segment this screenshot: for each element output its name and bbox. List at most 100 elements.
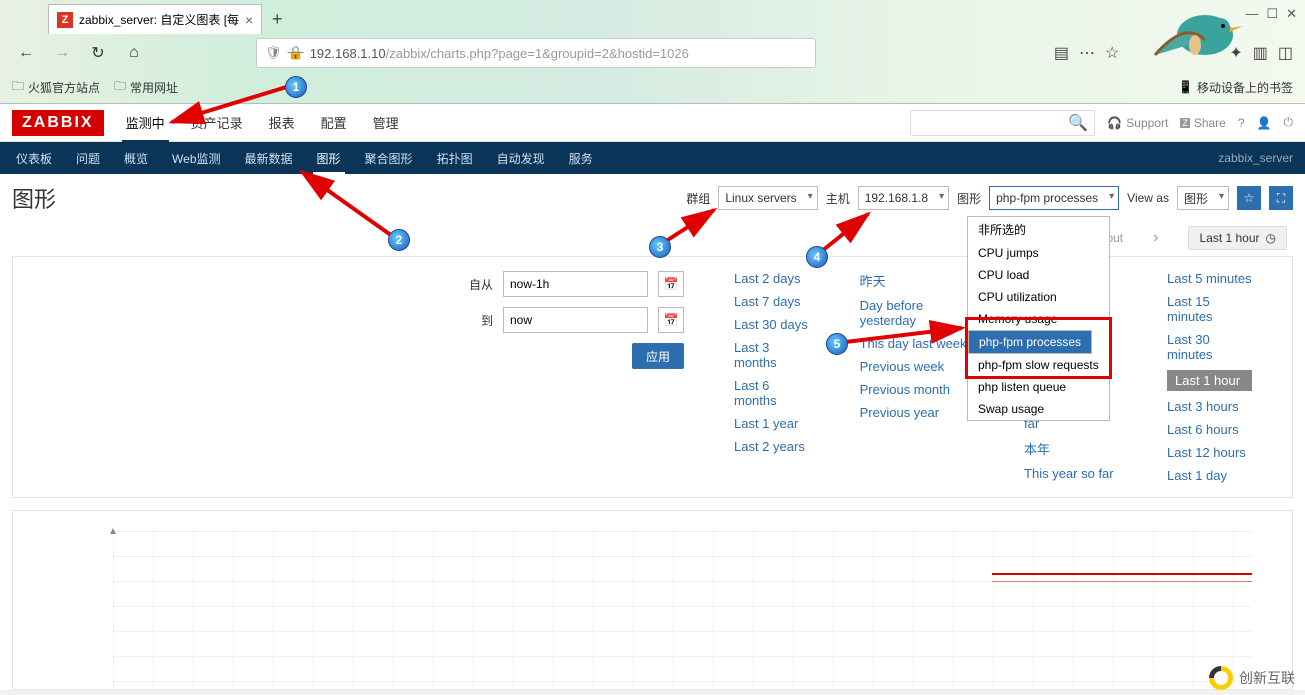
sub-tab-graphs[interactable]: 图形 xyxy=(313,142,345,175)
zabbix-logo[interactable]: ZABBIX xyxy=(12,110,104,136)
apply-button[interactable]: 应用 xyxy=(632,343,684,369)
sub-tab-dashboard[interactable]: 仪表板 xyxy=(12,142,56,175)
sub-tab-discovery[interactable]: 自动发现 xyxy=(493,142,549,175)
graph-label: 图形 xyxy=(957,190,981,207)
url-path: /zabbix/charts.php?page=1&groupid=2&host… xyxy=(386,46,689,61)
browser-theme-bird xyxy=(1095,0,1245,70)
tab-close-icon[interactable]: × xyxy=(245,12,253,28)
main-tab-reports[interactable]: 报表 xyxy=(265,103,299,142)
dropdown-option[interactable]: CPU load xyxy=(968,264,1109,286)
support-link[interactable]: 🎧Support xyxy=(1107,116,1168,130)
nav-forward-icon[interactable]: → xyxy=(48,39,76,67)
share-link[interactable]: ZShare xyxy=(1180,116,1226,130)
help-icon[interactable]: ? xyxy=(1238,116,1245,130)
mobile-bookmarks[interactable]: 📱移动设备上的书签 xyxy=(1178,79,1293,96)
range-link[interactable]: This year so far xyxy=(1024,466,1117,481)
favorite-button[interactable]: ☆ xyxy=(1237,186,1261,210)
range-link[interactable]: Last 3 hours xyxy=(1167,399,1252,414)
lock-icon: 🔒 xyxy=(288,45,304,61)
range-link[interactable]: 本年 xyxy=(1024,439,1117,458)
range-link[interactable]: Day before yesterday xyxy=(860,298,974,328)
new-tab-button[interactable]: + xyxy=(262,4,292,34)
group-select[interactable]: Linux servers▾ xyxy=(718,186,817,210)
chart-series-line xyxy=(992,573,1252,575)
more-icon[interactable]: ⋯ xyxy=(1079,43,1095,63)
folder-icon: 🗀 xyxy=(114,77,126,98)
graph-dropdown-menu[interactable]: 非所选的CPU jumpsCPU loadCPU utilizationMemo… xyxy=(967,216,1110,421)
from-input[interactable] xyxy=(503,271,648,297)
range-link[interactable]: Last 30 minutes xyxy=(1167,332,1252,362)
range-link[interactable]: Previous year xyxy=(860,405,974,420)
dropdown-option[interactable]: CPU jumps xyxy=(968,242,1109,264)
nav-back-icon[interactable]: ← xyxy=(12,39,40,67)
sub-tab-maps[interactable]: 拓扑图 xyxy=(433,142,477,175)
browser-tab[interactable]: Z zabbix_server: 自定义图表 [每 × xyxy=(48,4,262,34)
range-link[interactable]: Last 1 day xyxy=(1167,468,1252,483)
sub-tab-overview[interactable]: 概览 xyxy=(120,142,152,175)
nav-home-icon[interactable]: ⌂ xyxy=(120,39,148,67)
sub-tab-latest[interactable]: 最新数据 xyxy=(241,142,297,175)
reader-icon[interactable]: ▤ xyxy=(1054,43,1069,63)
range-link[interactable]: Last 15 minutes xyxy=(1167,294,1252,324)
bookmark-item[interactable]: 🗀火狐官方站点 xyxy=(12,77,100,98)
calendar-icon[interactable]: 📅 xyxy=(658,271,684,297)
main-tab-monitoring[interactable]: 监测中 xyxy=(122,103,169,142)
power-icon[interactable]: ⏻ xyxy=(1284,115,1294,130)
host-select[interactable]: 192.168.1.8▾ xyxy=(858,186,949,210)
range-link[interactable]: Last 7 days xyxy=(734,294,810,309)
range-link[interactable]: Previous week xyxy=(860,359,974,374)
axis-arrow: ▲ xyxy=(108,526,118,537)
user-icon[interactable]: 👤 xyxy=(1257,116,1272,130)
tab-title: zabbix_server: 自定义图表 [每 xyxy=(79,11,239,28)
main-tab-configuration[interactable]: 配置 xyxy=(317,103,351,142)
dropdown-option[interactable]: Memory usage xyxy=(968,308,1109,330)
search-input[interactable] xyxy=(917,116,1068,130)
main-tab-inventory[interactable]: 资产记录 xyxy=(187,103,247,142)
range-link[interactable]: Last 2 years xyxy=(734,439,810,454)
dropdown-option[interactable]: php listen queue xyxy=(968,376,1109,398)
annotation-badge-1: 1 xyxy=(285,76,307,98)
calendar-icon[interactable]: 📅 xyxy=(658,307,684,333)
viewas-select[interactable]: 图形▾ xyxy=(1177,186,1229,210)
chevron-down-icon: ▾ xyxy=(808,191,813,202)
range-link[interactable]: Last 6 months xyxy=(734,378,810,408)
window-maximize-icon[interactable]: ☐ xyxy=(1266,6,1278,22)
time-next-icon[interactable]: › xyxy=(1153,229,1158,247)
range-link[interactable]: Previous month xyxy=(860,382,974,397)
sidebar-icon[interactable]: ◫ xyxy=(1278,43,1293,63)
dropdown-option[interactable]: php-fpm slow requests xyxy=(968,354,1109,376)
dropdown-option[interactable]: CPU utilization xyxy=(968,286,1109,308)
range-link[interactable]: Last 6 hours xyxy=(1167,422,1252,437)
graph-select[interactable]: php-fpm processes▾ xyxy=(989,186,1119,210)
dropdown-option[interactable]: Swap usage xyxy=(968,398,1109,420)
annotation-badge-3: 3 xyxy=(649,236,671,258)
range-link[interactable]: This day last week xyxy=(860,336,974,351)
search-icon[interactable]: 🔍 xyxy=(1068,113,1088,133)
sub-tab-web[interactable]: Web监测 xyxy=(168,142,224,175)
sub-tab-services[interactable]: 服务 xyxy=(565,142,597,175)
range-link[interactable]: 昨天 xyxy=(860,271,974,290)
range-link[interactable]: Last 5 minutes xyxy=(1167,271,1252,286)
range-link[interactable]: Last 1 hour xyxy=(1175,373,1240,388)
url-bar[interactable]: 🛡 🔒 192.168.1.10/zabbix/charts.php?page=… xyxy=(256,38,816,68)
range-link[interactable]: Last 2 days xyxy=(734,271,810,286)
main-tab-administration[interactable]: 管理 xyxy=(369,103,403,142)
window-close-icon[interactable]: ✕ xyxy=(1286,6,1297,22)
range-link[interactable]: Last 12 hours xyxy=(1167,445,1252,460)
sub-tab-problems[interactable]: 问题 xyxy=(72,142,104,175)
time-range-selector[interactable]: Last 1 hour ◷ xyxy=(1188,226,1287,250)
library-icon[interactable]: ▥ xyxy=(1253,43,1268,63)
range-link[interactable]: Last 1 year xyxy=(734,416,810,431)
range-link[interactable]: Last 3 months xyxy=(734,340,810,370)
fullscreen-button[interactable]: ⛶ xyxy=(1269,186,1293,210)
dropdown-option[interactable]: 非所选的 xyxy=(968,217,1109,242)
bookmark-item[interactable]: 🗀常用网址 xyxy=(114,77,178,98)
to-input[interactable] xyxy=(503,307,648,333)
nav-reload-icon[interactable]: ↻ xyxy=(84,39,112,67)
sub-tab-screens[interactable]: 聚合图形 xyxy=(361,142,417,175)
window-minimize-icon[interactable]: — xyxy=(1245,6,1258,22)
global-search[interactable]: 🔍 xyxy=(910,110,1095,136)
from-label: 自从 xyxy=(453,276,493,293)
range-link[interactable]: Last 30 days xyxy=(734,317,810,332)
dropdown-option[interactable]: php-fpm processes xyxy=(968,330,1092,354)
